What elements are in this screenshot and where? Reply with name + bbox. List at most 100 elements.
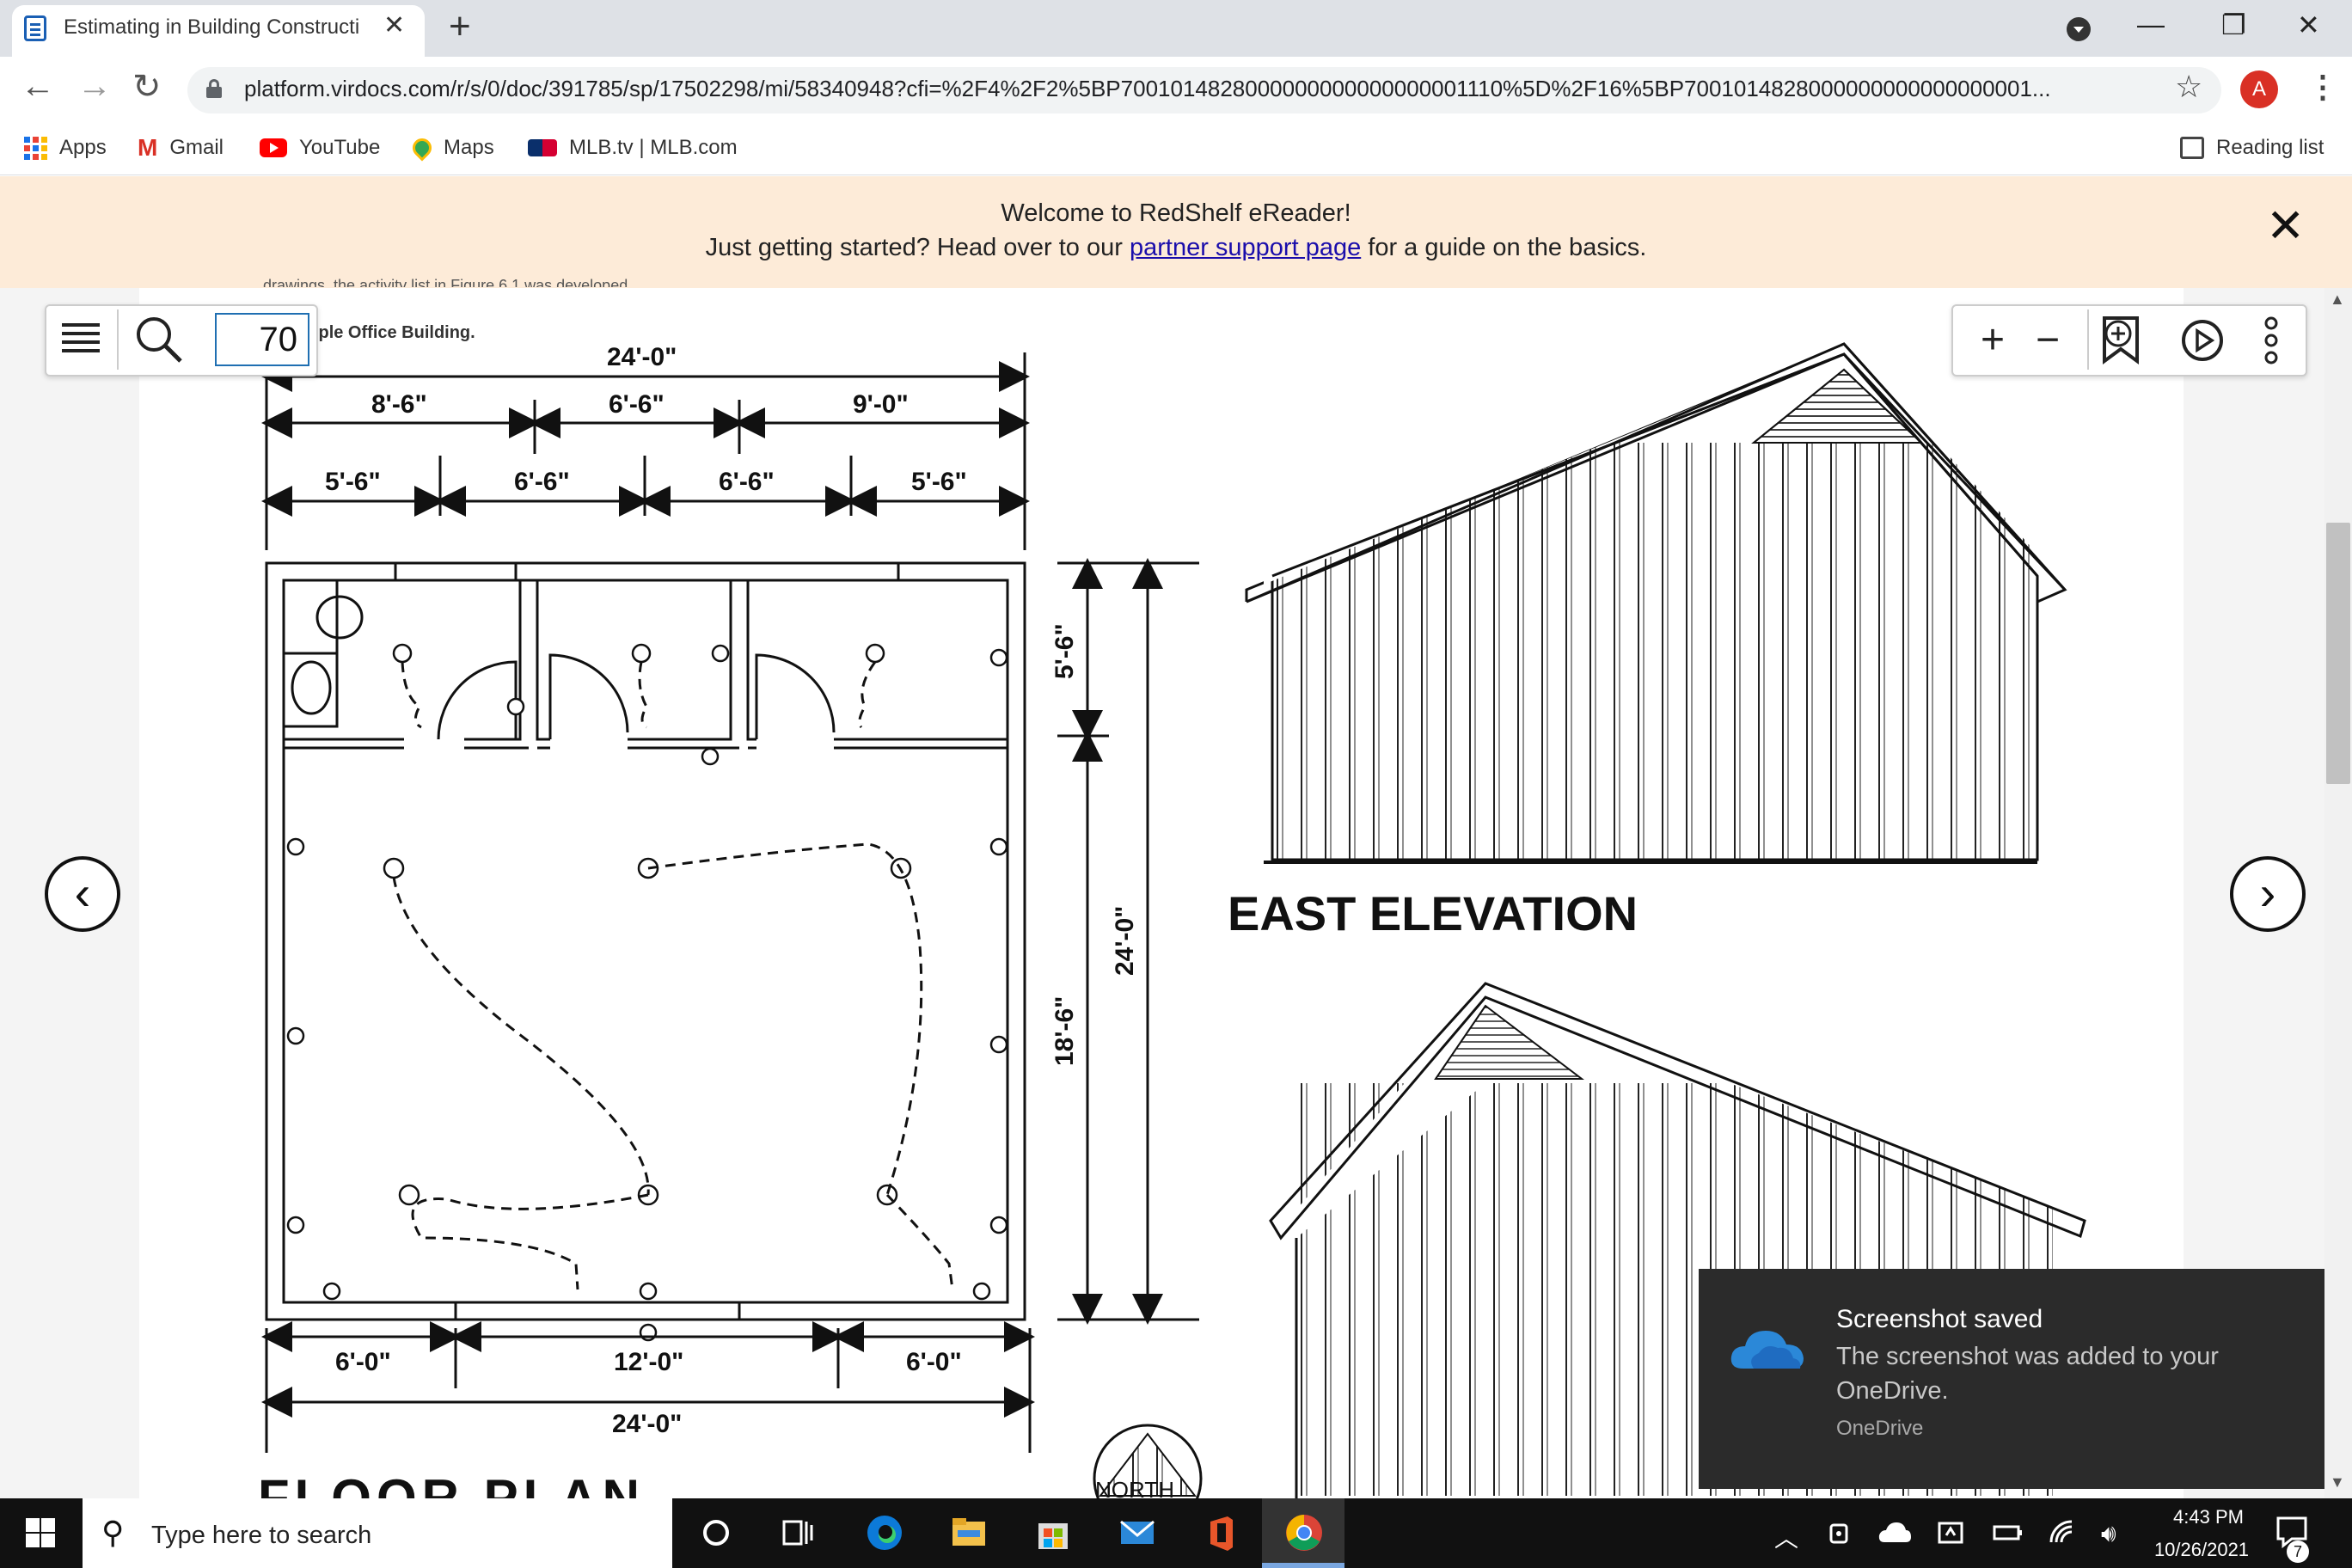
floor-plan-walls xyxy=(265,561,1026,1321)
dim-bottom-row1: 6'-0" xyxy=(906,1348,962,1376)
dim-top-row2: 5'-6" xyxy=(911,468,967,496)
dim-top-row2: 5'-6" xyxy=(325,468,381,496)
wifi-icon[interactable] xyxy=(2048,1518,2077,1547)
table-of-contents-menu-icon[interactable] xyxy=(62,322,100,356)
active-app-indicator xyxy=(1262,1563,1344,1568)
mlb-icon xyxy=(528,139,557,156)
bookmark-youtube[interactable]: YouTube xyxy=(260,131,380,165)
reading-list-button[interactable]: Reading list xyxy=(2180,131,2324,165)
page-scrollbar[interactable] xyxy=(2324,288,2352,1498)
partner-support-link[interactable]: partner support page xyxy=(1130,234,1361,261)
bookmark-maps[interactable]: Maps xyxy=(408,131,494,165)
bookmark-label: Gmail xyxy=(169,136,224,159)
scroll-up-arrow-icon[interactable]: ▲ xyxy=(2330,291,2345,309)
toolbar-divider xyxy=(117,309,119,370)
banner-text: for a guide on the basics. xyxy=(1361,234,1647,261)
dim-bottom-overall: 24'-0" xyxy=(612,1410,682,1438)
reload-button[interactable]: ↻ xyxy=(132,67,162,107)
taskbar-search-placeholder[interactable]: Type here to search xyxy=(151,1522,371,1550)
scroll-down-arrow-icon[interactable]: ▼ xyxy=(2330,1473,2345,1491)
tab-search-icon[interactable] xyxy=(2067,17,2091,41)
bookmark-label: Maps xyxy=(444,136,494,159)
close-window-button[interactable]: ✕ xyxy=(2297,9,2320,41)
cortana-icon[interactable] xyxy=(695,1511,738,1554)
file-explorer-icon[interactable] xyxy=(947,1511,990,1554)
zoom-in-button[interactable]: + xyxy=(1967,315,2018,366)
tab-title: Estimating in Building Constructi xyxy=(64,15,360,39)
banner-text: Just getting started? Head over to our xyxy=(705,234,1130,261)
dim-side-lower: 18'-6" xyxy=(1050,996,1079,1066)
onedrive-tray-icon[interactable] xyxy=(1877,1520,1912,1544)
lock-icon[interactable] xyxy=(206,79,222,98)
new-tab-button[interactable]: + xyxy=(449,5,471,48)
search-icon[interactable] xyxy=(132,313,184,364)
zoom-out-button[interactable]: − xyxy=(2022,315,2073,366)
battery-icon[interactable] xyxy=(1993,1522,2024,1544)
restore-button[interactable]: ❐ xyxy=(2221,9,2246,41)
dim-top-overall: 24'-0" xyxy=(607,343,677,371)
previous-page-button[interactable]: ‹ xyxy=(45,856,120,932)
profile-avatar[interactable]: A xyxy=(2240,70,2278,108)
dim-side-upper: 5'-6" xyxy=(1050,623,1079,679)
play-audio-icon[interactable] xyxy=(2180,318,2225,363)
minimize-button[interactable]: — xyxy=(2137,9,2165,40)
back-button[interactable]: ← xyxy=(21,67,55,106)
bookmark-mlb[interactable]: MLB.tv | MLB.com xyxy=(528,131,738,165)
volume-icon[interactable]: 🔊︎ xyxy=(2101,1520,2116,1548)
bookmark-label: MLB.tv | MLB.com xyxy=(569,136,738,159)
toast-title: Screenshot saved xyxy=(1836,1305,2043,1333)
notification-count-badge: 7 xyxy=(2287,1540,2309,1563)
windows-start-icon[interactable] xyxy=(26,1518,55,1547)
dim-top-row2: 6'-6" xyxy=(514,468,570,496)
scrollbar-thumb[interactable] xyxy=(2326,523,2350,784)
page-number-input[interactable] xyxy=(215,313,309,366)
chrome-icon[interactable] xyxy=(1283,1511,1326,1554)
clock-time[interactable]: 4:43 PM xyxy=(2161,1506,2256,1528)
switch-legs xyxy=(392,661,954,1290)
reading-list-icon xyxy=(2180,137,2204,159)
office-icon[interactable] xyxy=(1200,1511,1243,1554)
forward-button[interactable]: → xyxy=(77,67,112,106)
microsoft-store-icon[interactable] xyxy=(1032,1511,1075,1554)
dim-top-row1: 6'-6" xyxy=(609,390,665,419)
mail-icon[interactable] xyxy=(1116,1511,1159,1554)
search-icon: ⚲ xyxy=(101,1515,125,1550)
toast-source: OneDrive xyxy=(1836,1417,1924,1440)
show-hidden-icons-icon[interactable]: ︿ xyxy=(1774,1520,1798,1554)
task-view-icon[interactable] xyxy=(775,1511,818,1554)
east-elevation-drawing xyxy=(1245,342,2067,864)
edge-browser-icon[interactable] xyxy=(863,1511,906,1554)
maps-pin-icon xyxy=(408,134,436,162)
bookmark-apps[interactable]: Apps xyxy=(24,131,107,165)
top-dimension-lines xyxy=(261,352,1030,550)
clock-date[interactable]: 10/26/2021 xyxy=(2146,1539,2257,1561)
more-options-icon[interactable] xyxy=(2261,315,2282,366)
east-elevation-label: EAST ELEVATION xyxy=(1228,886,1638,940)
bookmark-label: YouTube xyxy=(299,136,381,159)
tab-close-icon[interactable]: ✕ xyxy=(383,10,405,40)
apps-grid-icon xyxy=(24,136,47,160)
floor-plan-label: FLOOR PLAN xyxy=(258,1469,645,1498)
dim-top-row2: 6'-6" xyxy=(719,468,775,496)
meet-now-icon[interactable] xyxy=(1826,1518,1855,1547)
url-text[interactable]: platform.virdocs.com/r/s/0/doc/391785/sp… xyxy=(244,76,2153,102)
bookmark-star-icon[interactable]: ☆ xyxy=(2175,69,2202,105)
dim-bottom-row1: 12'-0" xyxy=(614,1348,683,1376)
dim-side-overall: 24'-0" xyxy=(1111,906,1139,976)
toolbar-divider xyxy=(2087,309,2089,370)
clipped-paragraph-text: drawings, the activity list in Figure 6.… xyxy=(263,277,633,287)
add-bookmark-icon[interactable] xyxy=(2099,315,2142,364)
onedrive-cloud-icon xyxy=(1730,1331,1804,1369)
next-page-button[interactable]: › xyxy=(2230,856,2306,932)
document-icon xyxy=(24,15,46,41)
vpn-tray-icon[interactable] xyxy=(1936,1518,1965,1547)
browser-menu-icon[interactable]: ⋮ xyxy=(2307,69,2338,105)
toast-message: The screenshot was added to your OneDriv… xyxy=(1836,1343,2219,1405)
bookmark-label: Apps xyxy=(59,136,107,159)
banner-close-button[interactable]: ✕ xyxy=(2266,203,2305,249)
youtube-icon xyxy=(260,138,287,157)
dim-top-row1: 9'-0" xyxy=(853,390,909,419)
bookmark-gmail[interactable]: M Gmail xyxy=(138,131,224,165)
gmail-icon: M xyxy=(138,134,158,161)
banner-title: Welcome to RedShelf eReader! xyxy=(1001,199,1351,227)
